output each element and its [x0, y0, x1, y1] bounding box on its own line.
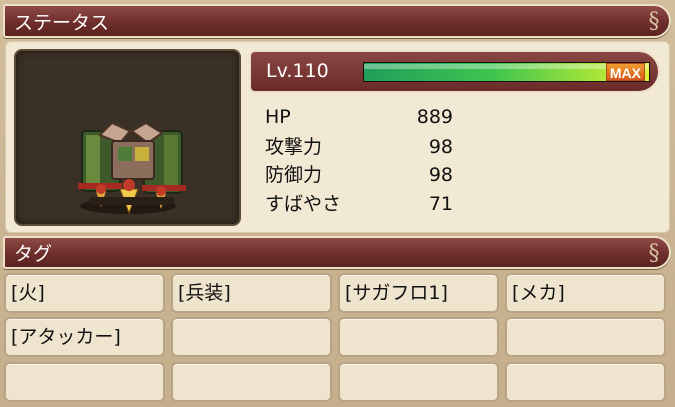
- stat-row-speed: すばやさ 71: [265, 191, 455, 217]
- stat-label: HP: [265, 106, 291, 128]
- tag-cell[interactable]: [171, 362, 332, 402]
- tag-cell[interactable]: [505, 362, 666, 402]
- level-label: Lv.110: [266, 60, 329, 82]
- mech-unit-portrait-icon: [78, 121, 186, 215]
- level-bar: Lv.110 MAX: [249, 50, 660, 93]
- max-badge: MAX: [605, 63, 645, 81]
- stat-label: すばやさ: [265, 193, 342, 215]
- tag-cell[interactable]: [アタッカー]: [4, 317, 165, 357]
- stat-row-attack: 攻撃力 98: [265, 134, 455, 160]
- tag-cell[interactable]: [171, 317, 332, 357]
- tag-cell[interactable]: [505, 317, 666, 357]
- stat-value: 71: [428, 193, 453, 215]
- tag-cell[interactable]: [サガフロ1]: [338, 273, 499, 313]
- stat-label: 攻撃力: [265, 136, 323, 158]
- tag-cell[interactable]: [4, 362, 165, 402]
- tag-cell[interactable]: [メカ]: [505, 273, 666, 313]
- stat-label: 防御力: [265, 164, 323, 186]
- tag-cell[interactable]: [火]: [4, 273, 165, 313]
- tags-header: タグ §: [3, 236, 671, 269]
- stat-value: 98: [428, 164, 453, 186]
- tags-title: タグ: [14, 243, 53, 265]
- scroll-ornament-icon: §: [648, 241, 660, 266]
- exp-gauge: MAX: [363, 62, 650, 82]
- tag-cell[interactable]: [兵装]: [171, 273, 332, 313]
- stat-value: 98: [428, 136, 453, 158]
- tag-cell[interactable]: [338, 362, 499, 402]
- tag-cell[interactable]: [338, 317, 499, 357]
- scroll-ornament-icon: §: [648, 9, 660, 34]
- stat-row-defense: 防御力 98: [265, 162, 455, 188]
- stat-row-hp: HP 889: [265, 104, 455, 130]
- stat-value: 889: [416, 106, 453, 128]
- status-title: ステータス: [14, 11, 110, 34]
- status-screen: ステータス § Lv.110 MAX HP 889 攻撃力 98 防御力 98 …: [0, 0, 675, 407]
- status-header: ステータス §: [3, 4, 671, 38]
- character-portrait: [14, 49, 241, 226]
